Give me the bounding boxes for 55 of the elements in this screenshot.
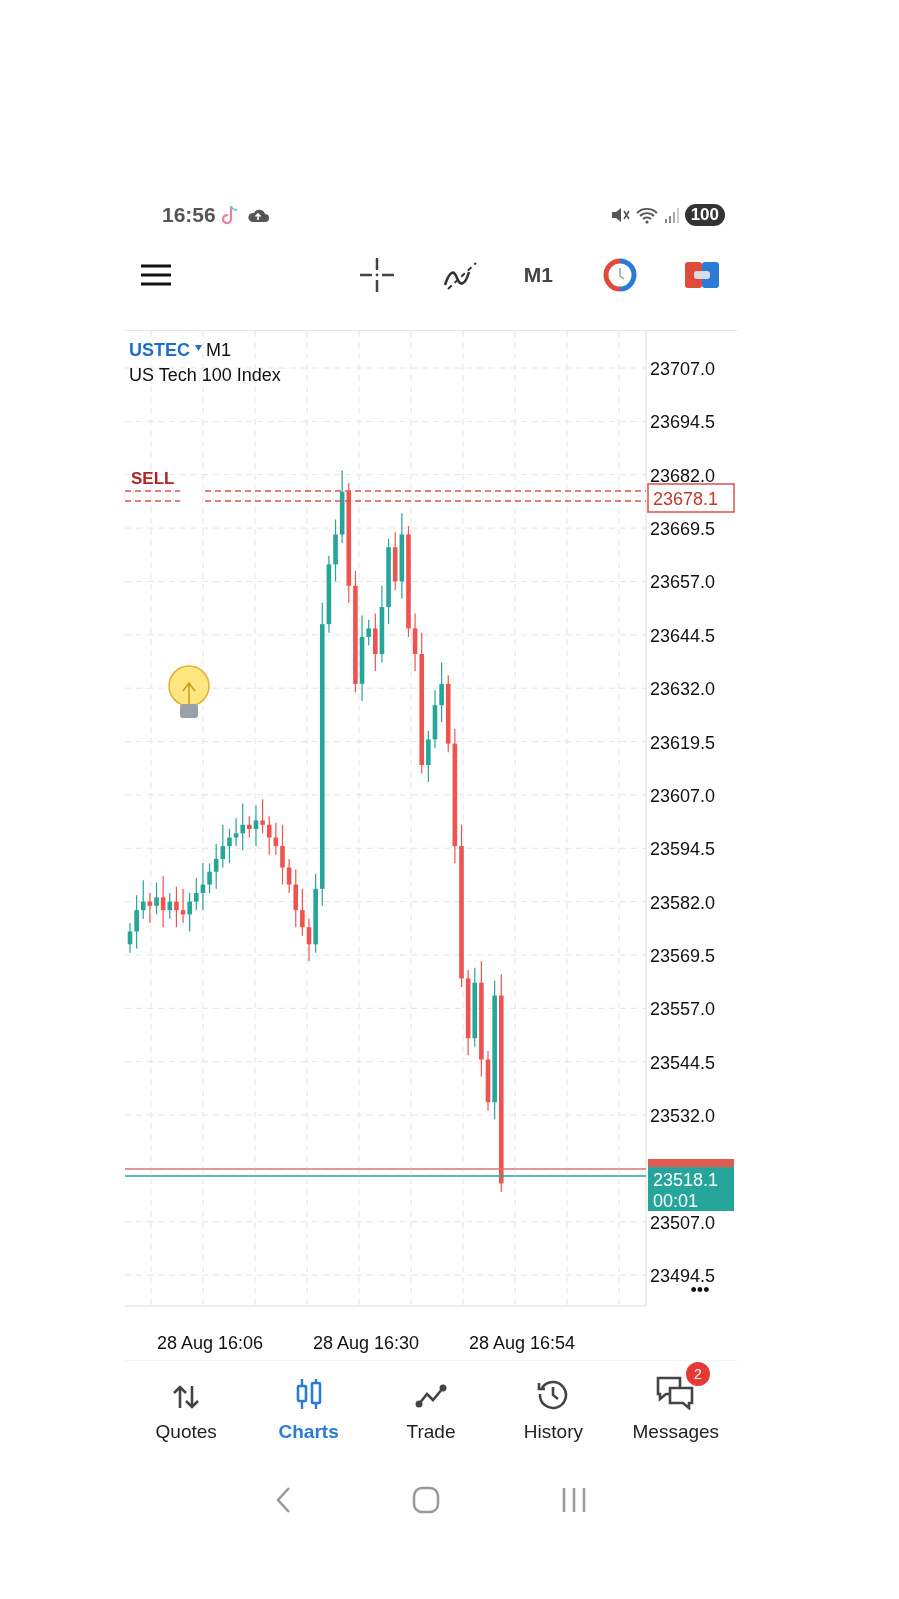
nav-tab[interactable]: 2 Messages: [614, 1361, 738, 1470]
bid-price: 23518.1: [653, 1170, 719, 1190]
mute-icon: [609, 205, 630, 225]
chat-bubbles-icon: [655, 1376, 696, 1411]
time-label: 28 Aug 16:54: [468, 1333, 576, 1353]
price-label: 23657.0: [650, 572, 716, 593]
nav-tab[interactable]: Charts: [247, 1361, 370, 1470]
order-icon: [685, 262, 719, 288]
nav-tab[interactable]: Trade: [369, 1361, 493, 1470]
price-label: 23532.0: [650, 1106, 716, 1127]
price-label: 23507.0: [650, 1212, 716, 1233]
price-label: 23544.5: [650, 1052, 716, 1073]
price-label: 23682.0: [650, 465, 716, 486]
symbol-link[interactable]: USTEC: [129, 340, 190, 360]
clock-time: 16:56: [162, 202, 216, 229]
order-label: SELL: [131, 469, 175, 488]
price-label: 23594.5: [650, 839, 716, 860]
indicator-icon: [441, 260, 478, 290]
price-label: 23582.0: [650, 892, 716, 913]
home-icon: [412, 1486, 440, 1514]
unread-badge: 2: [685, 1362, 710, 1387]
price-label: 23494.5: [650, 1266, 716, 1287]
signal-icon: [663, 206, 680, 224]
price-label: 23669.5: [650, 519, 716, 540]
candlestick-icon: [294, 1378, 323, 1411]
price-label: 23707.0: [650, 359, 716, 379]
menu-icon: [141, 264, 171, 286]
price-label: 23694.5: [650, 412, 716, 433]
time-label: 28 Aug 16:30: [312, 1333, 420, 1353]
price-label: 23644.5: [650, 625, 716, 646]
menu-button[interactable]: [141, 264, 171, 286]
back-icon: [275, 1486, 292, 1514]
timeframe-button[interactable]: M1: [523, 259, 553, 291]
price-label: 23607.0: [650, 785, 716, 806]
history-icon: [537, 1378, 570, 1411]
music-note-icon: [221, 204, 240, 226]
lightbulb-icon[interactable]: [168, 665, 210, 718]
symbol-description: US Tech 100 Index: [129, 365, 281, 385]
price-label: 23619.5: [650, 732, 716, 753]
caret-icon: [195, 345, 202, 351]
battery-level: 100: [684, 204, 725, 226]
crosshair-icon: [359, 258, 394, 292]
price-label: 23569.5: [650, 945, 716, 966]
nav-tab[interactable]: History: [492, 1361, 615, 1470]
countdown-timer: 00:01: [653, 1191, 699, 1211]
time-label: 28 Aug 16:06: [156, 1333, 264, 1353]
order-price: 23678.1: [653, 489, 719, 509]
clock-icon: [603, 258, 637, 292]
chart-timeframe: M1: [206, 340, 231, 360]
wifi-icon: [634, 205, 659, 225]
price-label: 23557.0: [650, 999, 716, 1020]
recents-icon: [560, 1486, 587, 1514]
price-label: 23632.0: [650, 679, 716, 700]
sort-arrows-icon: [172, 1384, 201, 1411]
nav-tab[interactable]: Quotes: [125, 1361, 248, 1470]
